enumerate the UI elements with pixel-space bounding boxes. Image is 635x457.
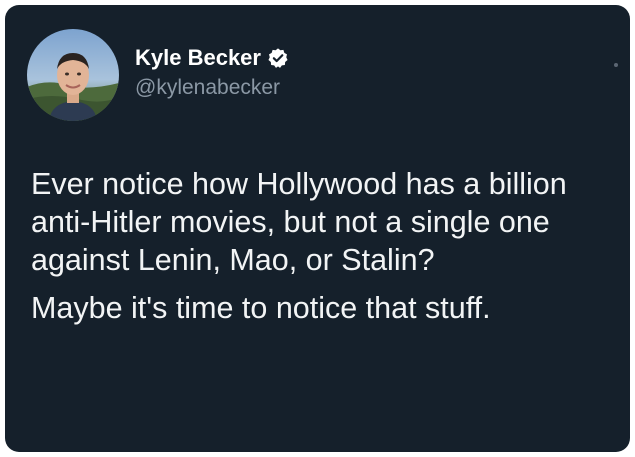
tweet-text: Ever notice how Hollywood has a billion … (31, 165, 621, 327)
more-options-icon[interactable] (614, 63, 618, 67)
tweet-card: Kyle Becker @kylenabecker Ever notice ho… (5, 5, 630, 452)
author-avatar[interactable] (27, 29, 119, 121)
avatar-photo-icon (27, 29, 119, 121)
author-display-name[interactable]: Kyle Becker (135, 45, 261, 71)
author-info: Kyle Becker @kylenabecker (135, 45, 289, 101)
verified-badge-icon (267, 47, 289, 69)
tweet-paragraph-1: Ever notice how Hollywood has a billion … (31, 167, 567, 277)
name-row: Kyle Becker (135, 45, 289, 71)
author-handle[interactable]: @kylenabecker (135, 75, 289, 101)
tweet-paragraph-2: Maybe it's time to notice that stuff. (31, 291, 491, 325)
